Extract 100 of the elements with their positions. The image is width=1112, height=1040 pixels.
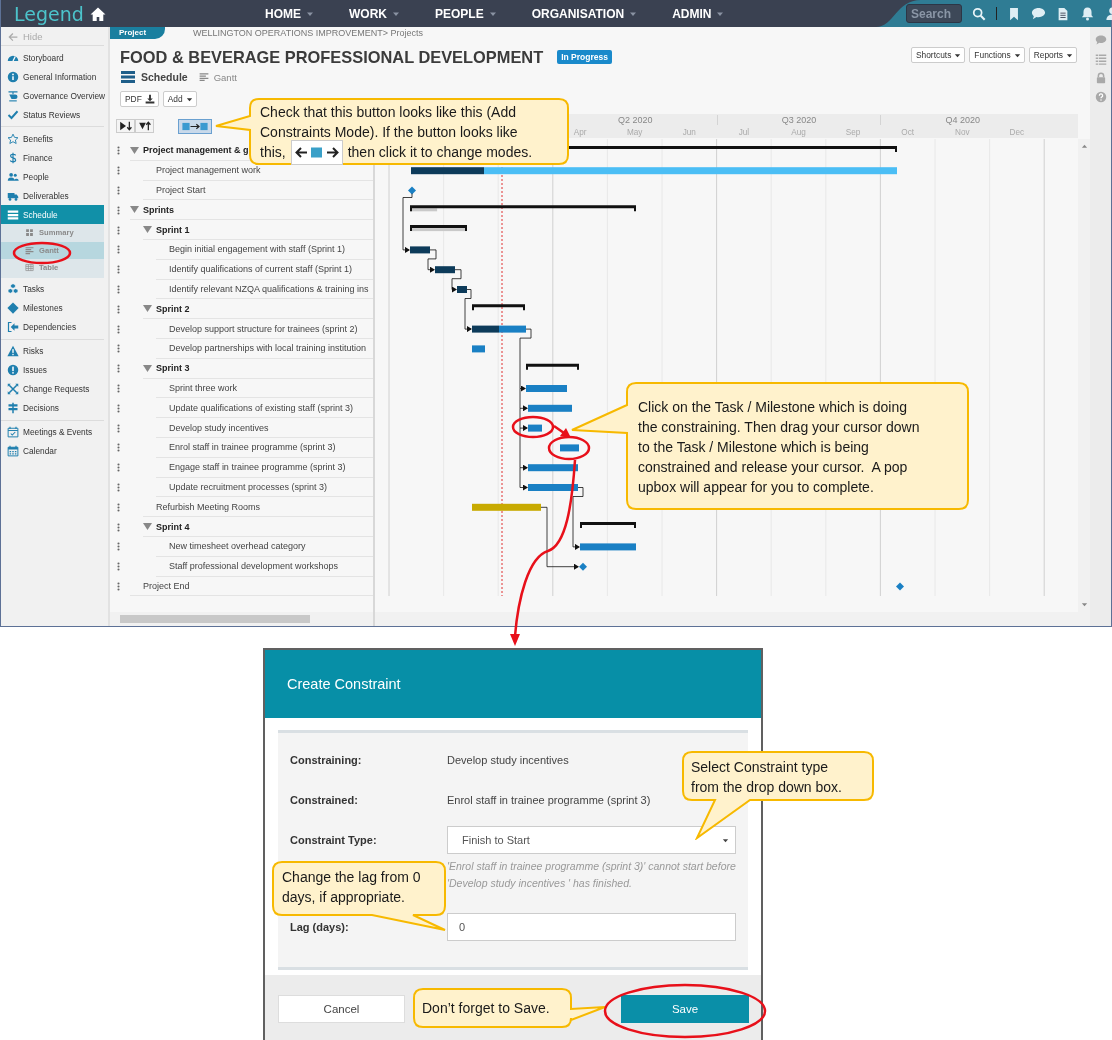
squares-arrow-icon [182, 121, 208, 131]
breadcrumb-tab[interactable]: Project [110, 27, 165, 39]
sidebar-item[interactable]: Schedule [1, 205, 104, 224]
logo[interactable]: Legend [14, 2, 84, 25]
sidebar-item[interactable]: Deliverables [1, 186, 104, 205]
drag-handle-icon[interactable] [117, 363, 120, 375]
star-icon [7, 132, 19, 145]
drag-handle-icon[interactable] [117, 382, 120, 394]
sidebar-item[interactable]: Risks [1, 341, 104, 361]
collapse-triangle-icon[interactable] [143, 522, 152, 532]
scrollbar[interactable] [110, 612, 373, 626]
drag-handle-icon[interactable] [117, 244, 120, 256]
collapse-triangle-icon[interactable] [143, 304, 152, 314]
milestone-diamond [408, 186, 416, 195]
drag-handle-icon[interactable] [117, 323, 120, 335]
document-icon[interactable] [1056, 6, 1070, 21]
search-field[interactable]: Search [906, 4, 962, 23]
scrollbar-thumb[interactable] [120, 615, 310, 623]
collapse-triangle-icon[interactable] [130, 205, 139, 215]
collapse-triangle-icon[interactable] [143, 225, 152, 235]
scrollbar[interactable] [1078, 139, 1090, 612]
exclamation-icon [7, 364, 19, 376]
nav-menu[interactable]: ORGANISATION [531, 6, 638, 21]
sidebar-item[interactable]: Decisions [1, 398, 104, 418]
view-title: Schedule [141, 71, 188, 83]
toolbar-button[interactable] [135, 119, 154, 133]
menu-button[interactable]: Reports [1028, 47, 1077, 63]
task-bar [472, 503, 541, 511]
collapse-triangle-icon[interactable] [143, 363, 152, 373]
mode-button[interactable] [178, 118, 212, 134]
drag-handle-icon[interactable] [117, 224, 120, 236]
drag-handle-icon[interactable] [117, 185, 120, 196]
sidebar-item[interactable]: Governance Overview [1, 86, 104, 105]
drag-handle-icon[interactable] [117, 442, 120, 454]
collapse-triangle-icon[interactable] [130, 145, 139, 155]
drag-handle-icon[interactable] [117, 145, 120, 157]
task-name: New timesheet overhead category [169, 541, 306, 552]
task-name: Engage staff in trainee programme (sprint 3) [169, 462, 346, 473]
task-bar [528, 464, 578, 472]
drag-handle-icon[interactable] [117, 580, 120, 592]
sidebar-item[interactable]: Storyboard [1, 48, 104, 67]
sidebar-item[interactable]: General Information [1, 67, 104, 86]
sidebar-item[interactable]: Tasks [1, 279, 104, 299]
menu-button[interactable]: Shortcuts [910, 47, 966, 63]
highlight-ring [511, 415, 555, 439]
drag-handle-icon[interactable] [117, 303, 120, 315]
caret-icon [185, 95, 193, 103]
lag-field[interactable]: 0 [447, 913, 736, 941]
toolbar-button[interactable]: Add [162, 91, 197, 107]
sidebar-item[interactable]: Calendar [1, 441, 104, 461]
bookmark-icon[interactable] [1007, 6, 1021, 21]
menu-button[interactable]: Functions [969, 47, 1025, 63]
sidebar-item[interactable]: Benefits [1, 129, 104, 148]
sidebar-item[interactable]: Change Requests [1, 379, 104, 399]
sidebar-item[interactable]: People [1, 167, 104, 186]
scrollbar[interactable] [375, 612, 1090, 626]
sidebar-item[interactable]: Dependencies [1, 317, 104, 337]
task-bar [435, 266, 455, 274]
sidebar-item[interactable]: Meetings & Events [1, 422, 104, 442]
sidebar-item[interactable]: Status Reviews [1, 105, 104, 124]
toolbar-button[interactable] [116, 119, 135, 133]
save-button[interactable]: Save [621, 995, 749, 1023]
drag-handle-icon[interactable] [117, 165, 120, 177]
search-icon[interactable] [972, 6, 986, 21]
summary-bar [580, 522, 636, 529]
nav-menu[interactable]: PEOPLE [435, 6, 497, 21]
drag-handle-icon[interactable] [117, 343, 120, 355]
drag-handle-icon[interactable] [117, 501, 120, 513]
nav-menu[interactable]: WORK [349, 6, 400, 21]
field-label: Constrained: [290, 794, 359, 806]
task-name: Project management & g [143, 145, 249, 156]
bell-icon[interactable] [1080, 6, 1095, 21]
chat-icon[interactable] [1031, 6, 1046, 21]
drag-handle-icon[interactable] [117, 422, 120, 434]
sidebar-item[interactable]: Milestones [1, 298, 104, 318]
drag-handle-icon[interactable] [117, 402, 120, 414]
drag-handle-icon[interactable] [117, 283, 120, 295]
task-name: Sprint 4 [156, 521, 190, 532]
cubes-icon [7, 283, 19, 295]
drag-handle-icon[interactable] [117, 561, 120, 573]
drag-handle-icon[interactable] [117, 521, 120, 533]
constraint-type-select[interactable]: Finish to Start [447, 826, 736, 854]
home-icon[interactable] [89, 5, 106, 22]
cancel-button[interactable]: Cancel [278, 995, 405, 1023]
task-name: Sprint 1 [156, 224, 190, 235]
drag-handle-icon[interactable] [117, 204, 120, 216]
drag-handle-icon[interactable] [117, 481, 120, 493]
sidebar-item[interactable]: Issues [1, 360, 104, 380]
toolbar-button[interactable]: PDF [120, 91, 159, 107]
drag-handle-icon[interactable] [117, 541, 120, 553]
drag-handle-icon[interactable] [117, 264, 120, 276]
task-name: Develop study incentives [169, 422, 269, 433]
callout-text: Change the lag from 0 days, if appropriate. [282, 869, 422, 905]
gantt-icon [198, 72, 209, 82]
drag-handle-icon[interactable] [117, 462, 120, 474]
nav-menu[interactable]: ADMIN [672, 6, 725, 21]
status-badge: In Progress [557, 50, 612, 64]
sidebar-item[interactable]: Finance [1, 148, 104, 167]
nav-menu[interactable]: HOME [265, 6, 314, 21]
summary-bar [410, 225, 467, 232]
